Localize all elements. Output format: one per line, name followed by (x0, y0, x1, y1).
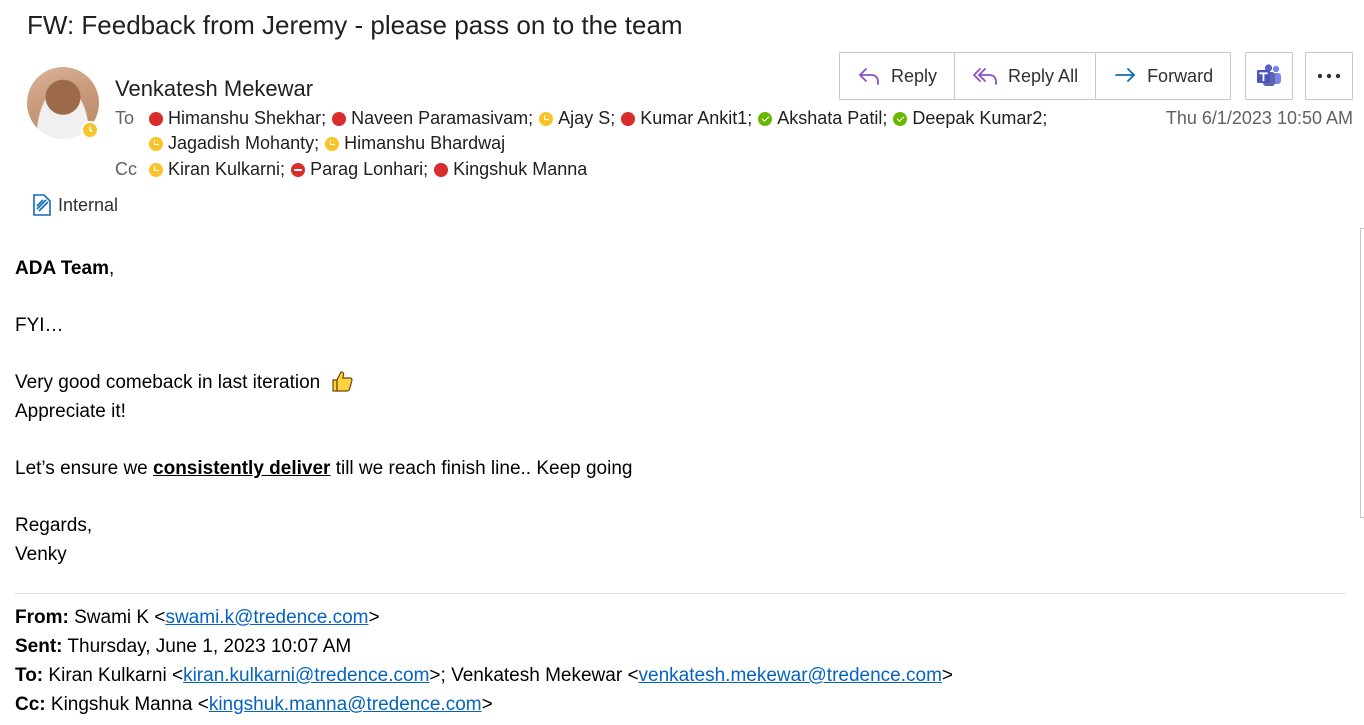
recipient[interactable]: Himanshu Shekhar; (149, 108, 326, 129)
forward-divider (15, 593, 1346, 594)
sender-name[interactable]: Venkatesh Mekewar (115, 76, 313, 102)
body-comeback: Very good comeback in last iteration (15, 372, 321, 393)
presence-away-icon (325, 136, 340, 151)
reply-all-button[interactable]: Reply All (954, 53, 1095, 99)
recipient[interactable]: Himanshu Bhardwaj (325, 133, 505, 154)
fwd-to-row: To: Kiran Kulkarni <kiran.kulkarni@trede… (15, 665, 954, 686)
recipient[interactable]: Deepak Kumar2; (893, 108, 1047, 129)
reply-icon (859, 68, 879, 85)
to-recipients-line-1: Himanshu Shekhar; Naveen Paramasivam; Aj… (149, 108, 1053, 129)
cc-label: Cc (115, 159, 137, 179)
fwd-sent-row: Sent: Thursday, June 1, 2023 10:07 AM (15, 636, 352, 657)
body-signature: Venky (15, 544, 67, 565)
email-subject: FW: Feedback from Jeremy - please pass o… (27, 10, 683, 40)
reply-all-icon (973, 68, 997, 85)
recipient[interactable]: Kingshuk Manna (434, 159, 587, 180)
presence-busy-icon (434, 162, 449, 177)
body-regards: Regards, (15, 515, 93, 536)
recipient[interactable]: Akshata Patil; (758, 108, 887, 129)
reply-label: Reply (891, 65, 938, 86)
recipient[interactable]: Parag Lonhari; (291, 159, 428, 180)
teams-icon (1257, 64, 1281, 86)
recipient[interactable]: Naveen Paramasivam; (332, 108, 533, 129)
presence-dnd-icon (291, 162, 306, 177)
sent-timestamp: Thu 6/1/2023 10:50 AM (1165, 108, 1353, 128)
forward-icon (1115, 68, 1135, 82)
greeting: ADA Team (15, 258, 109, 279)
recipient[interactable]: Jagadish Mohanty; (149, 133, 319, 154)
reply-button[interactable]: Reply (840, 53, 954, 99)
scrollbar-edge[interactable] (1360, 228, 1364, 518)
recipient[interactable]: Ajay S; (539, 108, 615, 129)
presence-away-icon (539, 111, 554, 126)
fwd-from-email-link[interactable]: swami.k@tredence.com (165, 607, 368, 628)
reply-all-label: Reply All (1008, 65, 1079, 86)
teams-button[interactable] (1245, 52, 1293, 100)
message-actions-toolbar: Reply Reply All Forward (839, 52, 1232, 100)
sensitivity-label[interactable]: Internal (31, 193, 118, 217)
sender-presence-away-icon (81, 121, 99, 139)
fwd-to-email-link-2[interactable]: venkatesh.mekewar@tredence.com (639, 665, 942, 686)
body-fyi: FYI… (15, 315, 64, 336)
presence-away-icon (149, 136, 163, 151)
presence-away-icon (149, 162, 163, 177)
to-label: To (115, 108, 135, 128)
fwd-to-email-link-1[interactable]: kiran.kulkarni@tredence.com (183, 665, 429, 686)
recipient[interactable]: Kiran Kulkarni; (149, 159, 285, 180)
to-recipients-line-2: Jagadish Mohanty; Himanshu Bhardwaj (149, 133, 511, 154)
forwarded-header: From: Swami K <swami.k@tredence.com> Sen… (15, 603, 953, 719)
presence-busy-icon (332, 111, 347, 126)
thumbs-up-icon (331, 371, 353, 392)
forward-button[interactable]: Forward (1095, 53, 1230, 99)
recipient[interactable]: Kumar Ankit1; (621, 108, 752, 129)
sensitivity-label-text: Internal (58, 194, 119, 215)
more-actions-button[interactable] (1305, 52, 1353, 100)
more-icon (1317, 73, 1341, 79)
body-ensure: Let’s ensure we consistently deliver til… (15, 458, 633, 479)
fwd-cc-row: Cc: Kingshuk Manna <kingshuk.manna@trede… (15, 694, 493, 715)
message-body: ADA Team, FYI… Very good comeback in las… (15, 254, 1335, 569)
presence-busy-icon (149, 111, 163, 126)
presence-available-icon (893, 111, 908, 126)
fwd-cc-email-link[interactable]: kingshuk.manna@tredence.com (209, 694, 482, 715)
fwd-from-row: From: Swami K <swami.k@tredence.com> (15, 607, 380, 628)
body-appreciate: Appreciate it! (15, 401, 126, 422)
forward-label: Forward (1147, 65, 1214, 86)
presence-available-icon (758, 111, 773, 126)
sensitivity-tag-icon (33, 194, 51, 216)
cc-recipients-line: Kiran Kulkarni; Parag Lonhari; Kingshuk … (149, 159, 593, 180)
presence-busy-icon (621, 111, 636, 126)
